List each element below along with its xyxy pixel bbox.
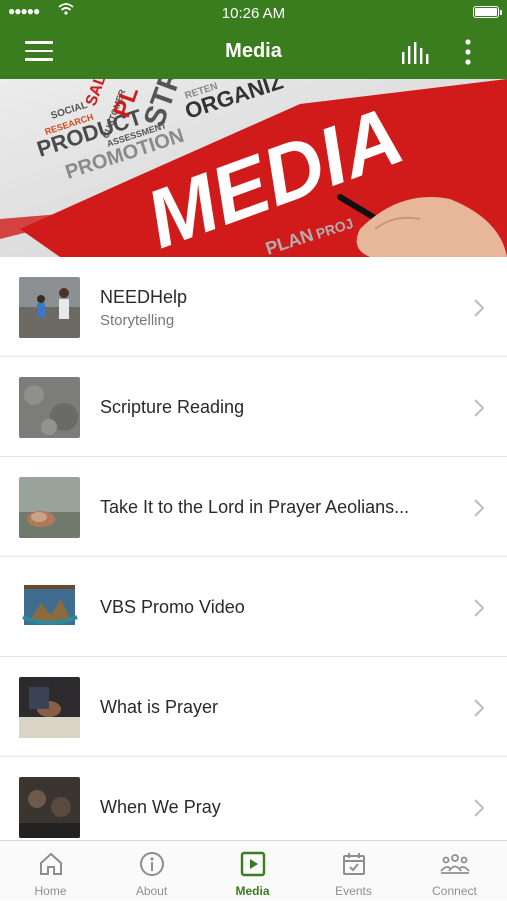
navigation-bar: Media (0, 26, 507, 79)
media-item-title: NEEDHelp (100, 287, 188, 307)
thumbnail-image (19, 777, 80, 838)
page-title: Media (225, 40, 282, 62)
media-item-title: What is Prayer (100, 697, 219, 717)
media-banner: PRODUCT SOCIAL SALE PROMOTION RESEARCH C… (0, 79, 507, 257)
tab-label: About (135, 884, 168, 898)
list-item[interactable]: NEEDHelp Storytelling (0, 257, 507, 357)
chevron-right-icon (474, 799, 485, 817)
tab-label: Media (235, 884, 270, 898)
tab-home[interactable]: Home (0, 841, 101, 901)
status-bar: ●●●●● 10:26 AM (0, 0, 507, 26)
chevron-right-icon (474, 499, 485, 517)
media-item-title: Take It to the Lord in Prayer Aeolians..… (100, 497, 410, 517)
chevron-right-icon (474, 599, 485, 617)
media-item-subtitle: Storytelling (100, 312, 175, 329)
media-list: NEEDHelp Storytelling Scripture Reading … (0, 257, 507, 840)
calendar-icon (343, 853, 365, 875)
chevron-right-icon (474, 699, 485, 717)
thumbnail-image (19, 377, 80, 438)
chevron-right-icon (474, 399, 485, 417)
media-item-title: Scripture Reading (100, 397, 245, 417)
chevron-right-icon (474, 299, 485, 317)
list-item[interactable]: Take It to the Lord in Prayer Aeolians..… (0, 457, 507, 557)
list-item[interactable]: What is Prayer (0, 657, 507, 757)
thumbnail-image (19, 577, 80, 638)
bottom-tab-bar: Home About Media Events Connect (0, 840, 507, 900)
tab-media[interactable]: Media (202, 841, 303, 901)
media-item-title: VBS Promo Video (100, 597, 245, 617)
tab-label: Connect (432, 884, 477, 898)
home-icon (40, 852, 62, 875)
media-item-title: When We Pray (100, 797, 221, 817)
list-item[interactable]: VBS Promo Video (0, 557, 507, 657)
tab-events[interactable]: Events (303, 841, 404, 901)
tab-about[interactable]: About (101, 841, 202, 901)
thumbnail-image (19, 677, 80, 738)
list-item[interactable]: Scripture Reading (0, 357, 507, 457)
info-icon (140, 852, 164, 876)
more-options-icon[interactable] (460, 38, 476, 66)
status-time: 10:26 AM (221, 5, 286, 22)
tab-connect[interactable]: Connect (404, 841, 505, 901)
thumbnail-image (19, 477, 80, 538)
audio-bars-icon[interactable] (400, 42, 430, 64)
play-icon (240, 851, 266, 877)
tab-label: Events (335, 884, 372, 898)
people-icon (440, 854, 470, 874)
tab-label: Home (34, 884, 67, 898)
battery-icon (473, 6, 499, 18)
thumbnail-image (19, 277, 80, 338)
list-item[interactable]: When We Pray (0, 757, 507, 840)
media-banner-image: PRODUCT SOCIAL SALE PROMOTION RESEARCH C… (0, 79, 507, 257)
top-bar: ●●●●● 10:26 AM Media (0, 0, 507, 79)
